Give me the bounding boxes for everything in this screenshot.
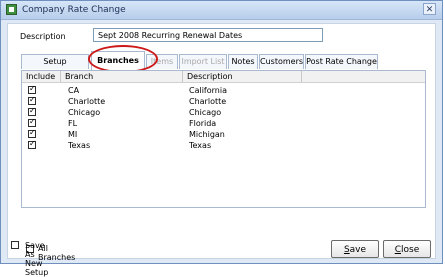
branch-cell: CA (68, 86, 80, 95)
branches-panel: Include Branch Description CA California… (21, 70, 426, 208)
header-branch[interactable]: Branch (65, 72, 93, 81)
branch-cell: Charlotte (68, 97, 106, 106)
grid-header: Include Branch Description (22, 71, 425, 83)
include-checkbox[interactable] (28, 85, 36, 94)
tab-post-rate-change[interactable]: Post Rate Change (305, 54, 378, 69)
description-cell: Texas (189, 141, 212, 150)
column-divider (182, 71, 183, 82)
description-cell: Michigan (189, 130, 225, 139)
include-checkbox[interactable] (28, 96, 36, 105)
include-checkbox[interactable] (28, 129, 36, 138)
branch-cell: Texas (68, 141, 91, 150)
tab-customers[interactable]: Customers (259, 54, 304, 69)
close-button[interactable]: Close (383, 240, 431, 258)
header-include[interactable]: Include (26, 72, 55, 81)
dialog-content: Description Sept 2008 Recurring Renewal … (7, 23, 436, 262)
table-row[interactable]: Charlotte Charlotte (22, 96, 425, 107)
branch-cell: MI (68, 130, 78, 139)
table-row[interactable]: FL Florida (22, 118, 425, 129)
tab-setup-information[interactable]: Setup Information (21, 54, 89, 80)
description-cell: Florida (189, 119, 217, 128)
include-checkbox[interactable] (28, 118, 36, 127)
branch-cell: FL (68, 119, 78, 128)
description-cell: California (189, 86, 227, 95)
table-row[interactable]: MI Michigan (22, 129, 425, 140)
save-as-new-label: Save As New Setup (25, 241, 49, 277)
close-window-button[interactable]: ✕ (423, 3, 436, 15)
title-bar: Company Rate Change ✕ (1, 1, 442, 20)
save-button[interactable]: Save (331, 240, 379, 258)
include-checkbox[interactable] (28, 140, 36, 149)
header-description[interactable]: Description (187, 72, 233, 81)
description-cell: Chicago (189, 108, 222, 117)
branch-cell: Chicago (68, 108, 101, 117)
table-row[interactable]: Chicago Chicago (22, 107, 425, 118)
window-title: Company Rate Change (22, 5, 126, 15)
column-divider (60, 71, 61, 82)
company-rate-change-window: Company Rate Change ✕ Description Sept 2… (0, 0, 443, 277)
description-label: Description (20, 32, 66, 41)
save-as-new-checkbox[interactable] (11, 241, 19, 249)
table-row[interactable]: CA California (22, 85, 425, 96)
annotation-ellipse (88, 45, 158, 73)
column-divider (301, 71, 302, 82)
include-checkbox[interactable] (28, 107, 36, 116)
description-input[interactable]: Sept 2008 Recurring Renewal Dates (93, 28, 323, 42)
description-cell: Charlotte (189, 97, 227, 106)
app-icon (6, 4, 17, 15)
table-row[interactable]: Texas Texas (22, 140, 425, 151)
tab-notes[interactable]: Notes (228, 54, 258, 69)
tab-import-list[interactable]: Import List (179, 54, 227, 69)
